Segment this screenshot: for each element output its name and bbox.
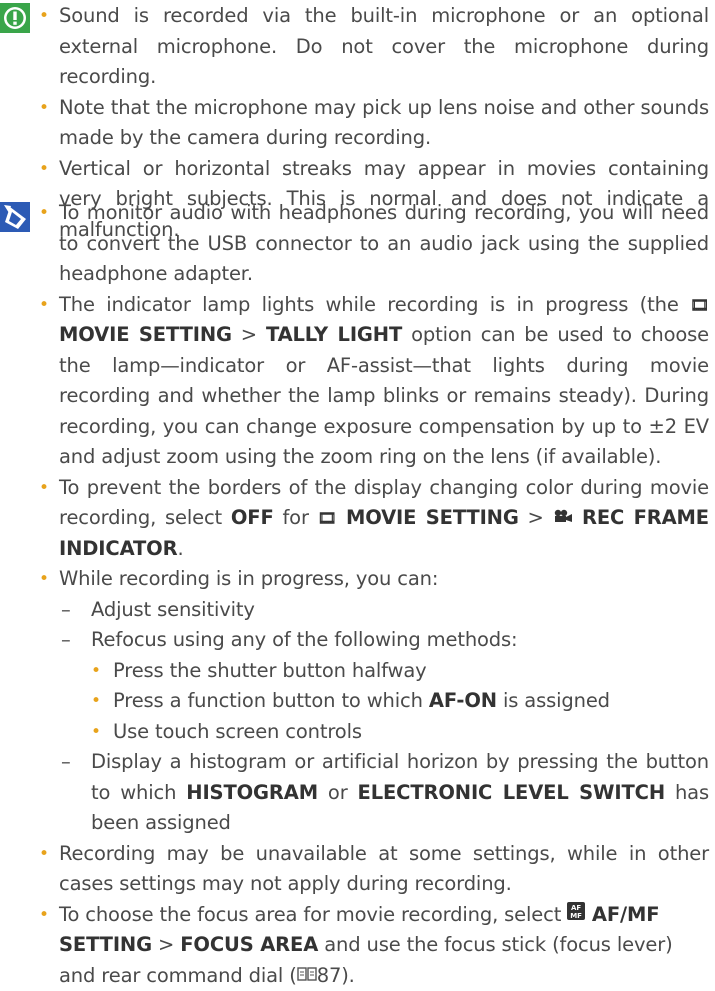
bullet-icon: • bbox=[39, 290, 49, 321]
sub-text: or bbox=[318, 781, 358, 804]
note-text: ). bbox=[341, 964, 355, 987]
note-text: To monitor audio with headphones during … bbox=[59, 201, 709, 285]
bullet-icon: • bbox=[39, 93, 49, 124]
note-item: • The indicator lamp lights while record… bbox=[39, 290, 709, 473]
note-item: • Recording may be unavailable at some s… bbox=[39, 839, 709, 900]
dash-icon: – bbox=[61, 595, 71, 626]
caution-item: • Note that the microphone may pick up l… bbox=[39, 93, 709, 154]
option-value: OFF bbox=[231, 506, 274, 529]
sub-item: – Display a histogram or artificial hori… bbox=[39, 747, 709, 839]
manual-page: • Sound is recorded via the built-in mic… bbox=[0, 0, 715, 933]
menu-option: FOCUS AREA bbox=[180, 933, 318, 956]
dash-icon: – bbox=[61, 747, 71, 778]
note-icon bbox=[0, 202, 30, 232]
caution-icon bbox=[0, 3, 30, 33]
movie-menu-icon: 🎞 bbox=[318, 503, 337, 534]
bullet-icon: • bbox=[39, 198, 49, 229]
bullet-icon: • bbox=[39, 564, 49, 595]
sub-item: – Adjust sensitivity bbox=[39, 595, 709, 626]
svg-text:MF: MF bbox=[571, 912, 583, 920]
note-text: > bbox=[519, 506, 553, 529]
menu-option: TALLY LIGHT bbox=[266, 323, 402, 346]
bullet-icon: • bbox=[39, 473, 49, 504]
bullet-icon: • bbox=[91, 656, 101, 687]
note-text: To choose the focus area for movie recor… bbox=[59, 903, 567, 926]
note-text: > bbox=[232, 323, 266, 346]
note-text: . bbox=[177, 537, 183, 560]
bullet-icon: • bbox=[39, 1, 49, 32]
note-item: • To prevent the borders of the display … bbox=[39, 473, 709, 565]
note-text: Recording may be unavailable at some set… bbox=[59, 842, 709, 896]
bullet-icon: • bbox=[91, 717, 101, 748]
sub-sub-item: • Press a function button to which AF-ON… bbox=[39, 686, 709, 717]
function-name: AF-ON bbox=[429, 689, 497, 712]
function-name: ELECTRONIC LEVEL SWITCH bbox=[358, 781, 665, 804]
sub-text: Adjust sensitivity bbox=[91, 598, 255, 621]
caution-item: • Sound is recorded via the built-in mic… bbox=[39, 1, 709, 93]
sub-sub-text: Press the shutter button halfway bbox=[113, 659, 427, 682]
note-text: > bbox=[152, 933, 180, 956]
movie-camera-icon bbox=[553, 503, 573, 534]
note-text: While recording is in progress, you can: bbox=[59, 567, 438, 590]
note-item: • While recording is in progress, you ca… bbox=[39, 564, 709, 595]
movie-menu-icon: 🎞 bbox=[690, 290, 709, 321]
page-reference: 87 bbox=[317, 964, 342, 987]
sub-sub-text: Use touch screen controls bbox=[113, 720, 362, 743]
menu-name: MOVIE SETTING bbox=[59, 323, 232, 346]
bullet-icon: • bbox=[91, 686, 101, 717]
notes-section: • To monitor audio with headphones durin… bbox=[39, 198, 709, 991]
dash-icon: – bbox=[61, 625, 71, 656]
sub-text: Refocus using any of the following metho… bbox=[91, 628, 517, 651]
book-reference-icon bbox=[297, 961, 317, 991]
bullet-icon: • bbox=[39, 839, 49, 870]
note-text: The indicator lamp lights while recordin… bbox=[59, 293, 690, 316]
bullet-icon: • bbox=[39, 154, 49, 185]
sub-item: – Refocus using any of the following met… bbox=[39, 625, 709, 656]
note-item: • To monitor audio with headphones durin… bbox=[39, 198, 709, 290]
sub-sub-text: Press a function button to which bbox=[113, 689, 429, 712]
af-mf-icon: AFMF bbox=[567, 900, 585, 931]
sub-sub-text: is assigned bbox=[497, 689, 610, 712]
menu-name: MOVIE SETTING bbox=[337, 506, 519, 529]
bullet-icon: • bbox=[39, 900, 49, 931]
svg-text:AF: AF bbox=[571, 904, 581, 912]
note-text: for bbox=[274, 506, 318, 529]
caution-text: Sound is recorded via the built-in micro… bbox=[59, 4, 709, 88]
caution-text: Note that the microphone may pick up len… bbox=[59, 96, 709, 150]
sub-sub-item: • Press the shutter button halfway bbox=[39, 656, 709, 687]
function-name: HISTOGRAM bbox=[186, 781, 318, 804]
note-item: • To choose the focus area for movie rec… bbox=[39, 900, 709, 991]
sub-sub-item: • Use touch screen controls bbox=[39, 717, 709, 748]
